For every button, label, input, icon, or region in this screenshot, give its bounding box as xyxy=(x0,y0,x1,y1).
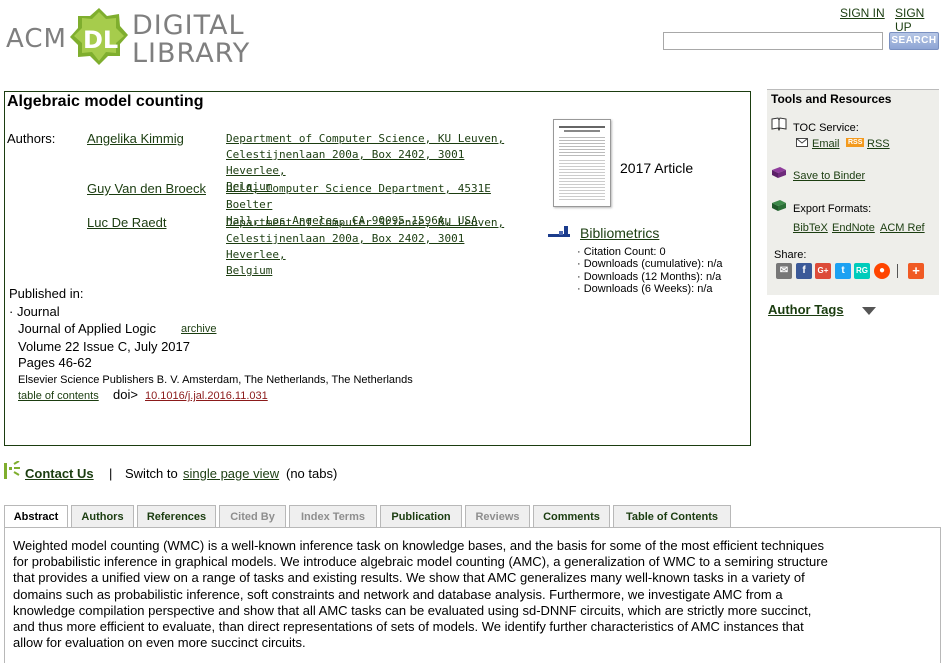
save-to-binder-link[interactable]: Save to Binder xyxy=(793,170,865,182)
logo-dl-text: DL xyxy=(83,26,119,54)
author-link-van-den-broeck[interactable]: Guy Van den Broeck xyxy=(87,181,206,196)
binder-icon xyxy=(772,167,786,178)
tab-table-of-contents[interactable]: Table of Contents xyxy=(613,505,731,527)
abstract-text: Weighted model counting (WMC) is a well-… xyxy=(13,538,928,651)
affil-line: Celestijnenlaan 200a, Box 2402, 3001 Hev… xyxy=(226,148,465,177)
tab-cited-by[interactable]: Cited By xyxy=(219,505,286,527)
search-button[interactable]: SEARCH xyxy=(889,32,939,50)
logo-acm-text: ACM xyxy=(6,24,67,54)
abstract-line: domains such as probabilistic inference,… xyxy=(13,586,783,602)
article-title: Algebraic model counting xyxy=(7,93,204,110)
bibliometrics-link[interactable]: Bibliometrics xyxy=(580,225,659,241)
acm-ref-link[interactable]: ACM Ref xyxy=(880,222,925,234)
archive-link[interactable]: archive xyxy=(181,323,216,335)
doi-label: doi> xyxy=(113,387,138,402)
facebook-icon[interactable]: f xyxy=(796,263,812,279)
abstract-line: that provides a unified view on a range … xyxy=(13,570,805,586)
tab-reviews[interactable]: Reviews xyxy=(465,505,530,527)
email-link[interactable]: Email xyxy=(812,138,840,150)
abstract-line: Weighted model counting (WMC) is a well-… xyxy=(13,538,824,553)
tools-resources-title: Tools and Resources xyxy=(771,92,892,106)
bar-chart-icon xyxy=(548,226,570,237)
share-more-icon[interactable]: + xyxy=(908,263,924,279)
abstract-line: knowledge compilation perspective and sh… xyxy=(13,602,812,618)
affil-line: UCLA, Computer Science Department, 4531E… xyxy=(226,182,491,211)
switch-to-label: Switch to xyxy=(125,466,178,481)
chevron-down-icon[interactable] xyxy=(862,307,876,315)
tab-comments[interactable]: Comments xyxy=(533,505,610,527)
downloads-cumulative: · Downloads (cumulative): n/a xyxy=(577,258,723,271)
author-tags-link[interactable]: Author Tags xyxy=(768,302,844,317)
affil-line: Belgium xyxy=(226,264,273,277)
sign-in-link[interactable]: SIGN IN xyxy=(840,6,885,20)
export-formats-label: Export Formats: xyxy=(793,203,872,215)
tab-references[interactable]: References xyxy=(137,505,216,527)
logo-library-text: LIBRARY xyxy=(132,38,251,69)
contact-separator: | xyxy=(109,466,113,481)
author-link-de-raedt[interactable]: Luc De Raedt xyxy=(87,215,167,230)
authors-label: Authors: xyxy=(7,131,56,146)
tab-publication[interactable]: Publication xyxy=(380,505,462,527)
book-icon xyxy=(771,117,787,131)
tab-authors[interactable]: Authors xyxy=(71,505,134,527)
email-icon xyxy=(796,138,808,147)
abstract-line: and thus more efficient to evaluate, tha… xyxy=(13,619,804,635)
abstract-line: allow for evaluation on even more succin… xyxy=(13,635,306,651)
toc-service-label: TOC Service: xyxy=(793,122,859,134)
author-affiliation[interactable]: Department of Computer Science, KU Leuve… xyxy=(226,215,526,279)
volume-issue: Volume 22 Issue C, July 2017 xyxy=(18,339,190,354)
endnote-link[interactable]: EndNote xyxy=(832,222,875,234)
author-link-kimmig[interactable]: Angelika Kimmig xyxy=(87,131,184,146)
citation-count: · Citation Count: 0 xyxy=(577,246,666,258)
share-email-icon[interactable]: ✉ xyxy=(776,263,792,279)
search-input[interactable] xyxy=(663,32,883,50)
affil-line: Department of Computer Science, KU Leuve… xyxy=(226,132,505,145)
tab-index-terms[interactable]: Index Terms xyxy=(289,505,377,527)
single-page-view-link[interactable]: single page view xyxy=(183,466,279,481)
reddit-icon[interactable]: ● xyxy=(874,263,890,279)
article-thumbnail[interactable] xyxy=(553,119,611,207)
published-in-label: Published in: xyxy=(9,286,84,301)
article-year-type: 2017 Article xyxy=(620,160,694,176)
no-tabs-label: (no tabs) xyxy=(286,466,338,481)
sign-up-link[interactable]: SIGN UP xyxy=(895,6,943,34)
researchgate-icon[interactable]: RG xyxy=(854,263,870,279)
share-divider xyxy=(897,264,898,278)
affil-line: Celestijnenlaan 200a, Box 2402, 3001 Hev… xyxy=(226,232,465,261)
logo-digital-text: DIGITAL xyxy=(132,10,245,41)
doi-link[interactable]: 10.1016/j.jal.2016.11.031 xyxy=(145,390,268,402)
contact-icon xyxy=(4,461,20,479)
export-icon xyxy=(772,200,786,211)
google-plus-icon[interactable]: G+ xyxy=(815,263,831,279)
contact-us-link[interactable]: Contact Us xyxy=(25,466,94,481)
rss-icon: RSS xyxy=(846,138,865,147)
publication-type: · Journal xyxy=(9,304,60,319)
bibtex-link[interactable]: BibTeX xyxy=(793,222,828,234)
acm-dl-logo[interactable]: ACM DL DIGITAL LIBRARY xyxy=(6,6,276,70)
journal-name: Journal of Applied Logic xyxy=(18,321,157,336)
share-label: Share: xyxy=(774,249,807,261)
publisher: Elsevier Science Publishers B. V. Amster… xyxy=(18,374,413,386)
downloads-6-weeks: · Downloads (6 Weeks): n/a xyxy=(577,282,713,295)
rss-link[interactable]: RSS xyxy=(867,138,890,150)
twitter-icon[interactable]: t xyxy=(835,263,851,279)
pages: Pages 46-62 xyxy=(18,355,92,370)
table-of-contents-link[interactable]: table of contents xyxy=(18,390,99,402)
abstract-line: for probabilistic inference in graphical… xyxy=(13,554,828,570)
bibliometrics-stats: · Citation Count: 0 · Downloads (cumulat… xyxy=(577,246,723,295)
affil-line: Department of Computer Science, KU Leuve… xyxy=(226,216,505,229)
downloads-12-months: · Downloads (12 Months): n/a xyxy=(577,270,722,283)
tab-abstract[interactable]: Abstract xyxy=(4,505,68,528)
